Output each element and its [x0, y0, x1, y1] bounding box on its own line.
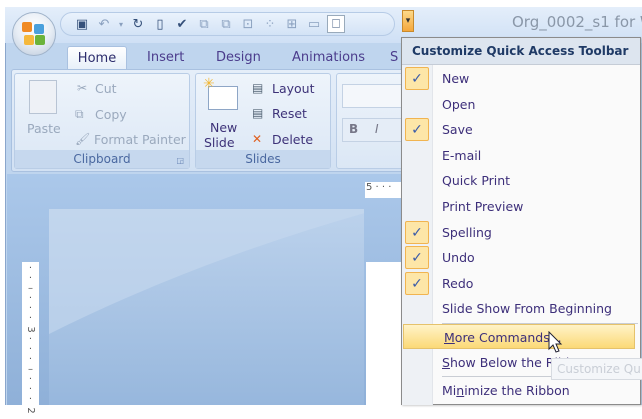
new-slide-button-line2[interactable]: Slide — [204, 135, 235, 150]
horizontal-ruler: 5 · · · — [365, 182, 405, 198]
layout-icon: ▤ — [252, 81, 264, 95]
sparkle-icon: ✳ — [203, 76, 215, 92]
clipboard-group-label: Clipboard — [15, 150, 189, 168]
edit-points-icon[interactable]: ⁘ — [261, 15, 279, 33]
menu-item-label: E-mail — [442, 147, 482, 163]
fill-icon[interactable]: ▭ — [305, 15, 323, 33]
reset-button[interactable]: Reset — [272, 106, 307, 121]
menu-item-slide-show-from-beginning[interactable]: Slide Show From Beginning — [402, 296, 640, 321]
ruler-mark: 5 — [366, 182, 373, 193]
tooltip: Customize Quick Access Toolbar — [551, 358, 642, 380]
slides-group: ✳ New Slide ▤ Layout ▤ Reset ✕ Delete Sl… — [195, 73, 331, 169]
menu-item-label: Quick Print — [442, 173, 511, 189]
italic-button[interactable]: I — [375, 122, 379, 136]
menu-item-label: ore Commands... — [454, 330, 562, 345]
menu-item-open[interactable]: Open — [402, 92, 640, 117]
menu-item-print-preview[interactable]: Print Preview — [402, 194, 640, 219]
window-title: Org_0002_s1 for W — [512, 13, 642, 31]
menu-item-label: Redo — [442, 275, 474, 291]
redo-icon[interactable]: ↻ — [129, 15, 147, 33]
layout-button[interactable]: Layout — [272, 81, 315, 96]
format-painter-icon: 🖌 — [75, 132, 91, 146]
dialog-launcher-icon[interactable]: ◲ — [176, 156, 184, 165]
delete-icon: ✕ — [252, 132, 263, 146]
menu-item-undo[interactable]: ✓ Undo — [402, 245, 640, 270]
reroute-icon[interactable]: ⊞ — [283, 15, 301, 33]
tab-animations[interactable]: Animations — [292, 46, 365, 70]
tab-design[interactable]: Design — [216, 46, 261, 70]
checkmark-icon: ✓ — [405, 118, 429, 142]
spelling-icon[interactable]: ✔ — [173, 15, 191, 33]
slide-background — [49, 209, 364, 405]
menu-item-label: Spelling — [442, 224, 492, 240]
copy-button[interactable]: Copy — [95, 107, 127, 122]
menu-item-spelling[interactable]: ✓ Spelling — [402, 220, 640, 245]
delete-button[interactable]: Delete — [272, 132, 313, 147]
tab-home[interactable]: Home — [67, 46, 127, 70]
checkmark-icon: ✓ — [405, 220, 429, 244]
undo-icon[interactable]: ↶ — [95, 15, 113, 33]
customize-qat-menu: Customize Quick Access Toolbar ✓ New Open ✓… — [401, 37, 641, 405]
mnemonic: M — [444, 330, 455, 345]
menu-item-save[interactable]: ✓ Save — [402, 117, 640, 142]
menu-item-redo[interactable]: ✓ Redo — [402, 271, 640, 296]
new-icon[interactable]: ▯ — [151, 15, 169, 33]
menu-item-new[interactable]: ✓ New — [402, 66, 640, 91]
menu-item-quick-print[interactable]: Quick Print — [402, 168, 640, 193]
undo-dropdown-icon[interactable]: ▾ — [117, 15, 125, 33]
group-icon[interactable]: ⧉ — [195, 15, 213, 33]
format-painter-button[interactable]: Format Painter — [94, 132, 186, 147]
tab-slide-show[interactable]: S — [390, 46, 398, 70]
menu-item-label: Mi — [442, 383, 457, 398]
menu-item-label: Print Preview — [442, 199, 524, 214]
reset-icon: ▤ — [252, 106, 264, 120]
clipboard-group: Paste ✂ Cut ⧉ Copy 🖌 Format Painter Clip… — [14, 73, 190, 169]
select-icon[interactable]: ⊡ — [239, 15, 257, 33]
menu-item-more-commands[interactable]: More Commands... — [403, 324, 635, 349]
cut-button[interactable]: Cut — [95, 81, 117, 96]
ruler-mark: 3 — [25, 326, 36, 333]
checkmark-icon: ✓ — [405, 67, 429, 90]
office-logo-icon — [22, 22, 46, 46]
mouse-cursor-icon — [548, 331, 563, 353]
menu-item-label: Open — [442, 96, 476, 112]
menu-item-label: Slide Show From Beginning — [442, 301, 612, 317]
menu-title: Customize Quick Access Toolbar — [402, 38, 640, 65]
menu-item-label: Undo — [442, 250, 475, 266]
mnemonic: S — [442, 355, 450, 370]
checkmark-icon: ✓ — [405, 271, 429, 295]
slide-canvas[interactable] — [366, 262, 406, 405]
paste-button[interactable]: Paste — [27, 121, 61, 136]
tab-insert[interactable]: Insert — [147, 46, 184, 70]
bold-button[interactable]: B — [349, 122, 358, 136]
menu-item-label: New — [442, 71, 470, 86]
save-icon[interactable]: ▣ — [73, 15, 91, 33]
vertical-ruler: · · – · · · 3 · · · – · · · 2 — [22, 262, 39, 414]
customize-qat-dropdown-button[interactable]: ▾ — [402, 10, 414, 32]
new-slide-button[interactable]: New — [210, 120, 237, 135]
mnemonic: n — [456, 383, 465, 398]
slides-group-label: Slides — [196, 150, 330, 168]
cut-icon: ✂ — [77, 81, 88, 95]
ungroup-icon[interactable]: ⧉ — [217, 15, 235, 33]
copy-icon: ⧉ — [75, 107, 84, 121]
menu-item-e-mail[interactable]: E-mail — [402, 143, 640, 168]
menu-item-minimize-ribbon[interactable]: Minimize the Ribbon — [402, 378, 640, 403]
quick-access-toolbar: ▣ ↶ ▾ ↻ ▯ ✔ ⧉ ⧉ ⊡ ⁘ ⊞ ▭ ⎕ — [60, 12, 395, 36]
ruler-mark: 2 — [25, 407, 36, 414]
menu-item-label: Save — [442, 122, 473, 138]
checkmark-icon: ✓ — [405, 246, 429, 270]
text-box-icon[interactable]: ⎕ — [327, 15, 345, 33]
menu-item-label: imize the Ribbon — [464, 383, 570, 398]
office-button[interactable] — [12, 12, 56, 56]
paste-icon — [29, 80, 57, 114]
